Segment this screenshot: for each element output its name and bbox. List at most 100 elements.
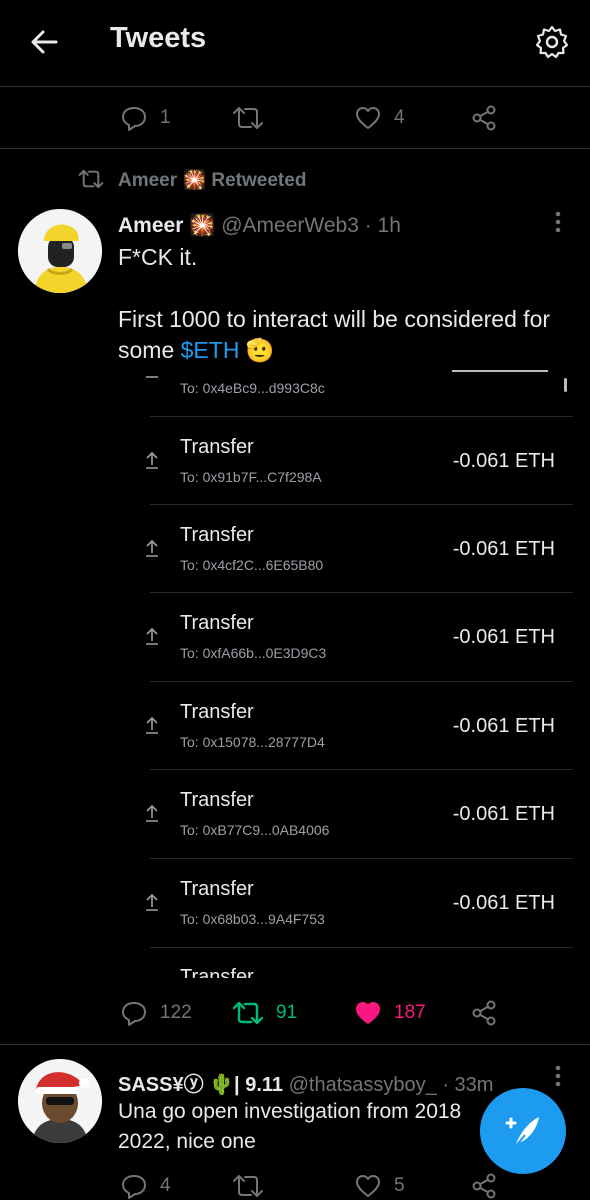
transfer-title: Transfer — [180, 789, 254, 811]
upload-arrow-icon — [144, 803, 160, 828]
list-item[interactable]: Transfer To: 0x68b03...9A4F753 -0.061 ET… — [118, 858, 573, 946]
transfer-to: To: 0x68b03...9A4F753 — [180, 911, 325, 927]
author-name[interactable]: Ameer — [118, 214, 183, 237]
retweeter-emoji: 🎇 — [182, 170, 207, 191]
tweet-emoji: 🫡 — [239, 337, 275, 363]
like-button[interactable]: 4 — [354, 104, 405, 132]
reply-icon — [122, 1002, 146, 1026]
scrollbar[interactable] — [564, 378, 567, 392]
share-icon — [472, 1173, 496, 1199]
reply-count: 1 — [160, 107, 171, 128]
avatar-image — [18, 209, 102, 293]
retweet-button[interactable]: 91 — [232, 999, 297, 1027]
retweet-button[interactable] — [232, 1172, 264, 1200]
transfer-title: Transfer — [180, 612, 254, 634]
upload-arrow-icon — [144, 538, 160, 563]
reply-button[interactable]: 1 — [120, 104, 171, 132]
tweet-line-1: F*CK it. — [118, 244, 198, 270]
page-title: Tweets — [110, 22, 207, 54]
author-handle[interactable]: @AmeerWeb3 — [221, 214, 359, 237]
list-item[interactable]: Transfer To: 0x4cf2C...6E65B80 -0.061 ET… — [118, 504, 573, 592]
like-count: 5 — [394, 1175, 405, 1196]
compose-button[interactable] — [480, 1088, 566, 1174]
retweet-count: 91 — [276, 1002, 298, 1023]
retweet-icon — [233, 1175, 263, 1197]
transfer-amount: -0.061 ETH — [452, 538, 555, 560]
share-icon — [472, 105, 496, 131]
reply-count: 122 — [160, 1002, 192, 1023]
divider — [0, 1044, 590, 1045]
retweet-button[interactable] — [232, 104, 264, 132]
retweet-icon — [233, 107, 263, 129]
tweet-header: SASS¥ⓨ 🌵| 9.11 @thatsassyboy_ · 33m — [118, 1068, 538, 1097]
like-button[interactable]: 5 — [354, 1172, 405, 1200]
transfer-to: To: 0x91b7F...C7f298A — [180, 469, 322, 485]
retweet-icon — [232, 1001, 264, 1025]
partial-amount — [452, 370, 548, 372]
retweet-label: Retweeted — [211, 170, 307, 191]
list-item[interactable]: Transfer To: 0xfA66b...0E3D9C3 -0.061 ET… — [118, 592, 573, 680]
upload-arrow-icon — [144, 715, 160, 740]
avatar[interactable] — [18, 209, 102, 293]
transfer-amount: -0.061 ETH — [452, 626, 555, 648]
list-item[interactable]: Transfer To: 0x15078...28777D4 -0.061 ET… — [118, 681, 573, 769]
list-item[interactable]: Transfer To: 0xB77C9...0AB4006 -0.061 ET… — [118, 769, 573, 857]
author-name[interactable]: SASS¥ⓨ 🌵| 9.11 — [118, 1074, 283, 1096]
reply-icon — [122, 1175, 146, 1199]
retweeter-name: Ameer — [118, 170, 178, 191]
reply-count: 4 — [160, 1175, 171, 1196]
transfer-to: To: 0x15078...28777D4 — [180, 734, 325, 750]
transfer-title: Transfer — [180, 878, 254, 900]
reply-icon — [122, 107, 146, 131]
tweet-line-2: First 1000 to interact will be considere… — [118, 306, 551, 332]
tweet-time: · 33m — [442, 1074, 494, 1096]
author-emoji: 🎇 — [189, 214, 216, 237]
like-count: 187 — [394, 1002, 426, 1023]
tweet-line-2: 2022, nice one — [118, 1130, 256, 1153]
transfer-amount: -0.061 ETH — [452, 715, 555, 737]
transfer-title: Transfer — [180, 524, 254, 546]
list-item[interactable]: Transfer To: 0x91b7F...C7f298A -0.061 ET… — [118, 416, 573, 504]
tweet-header: Ameer 🎇 @AmeerWeb3 · 1h — [118, 214, 401, 238]
transfer-amount: -0.061 ETH — [452, 803, 555, 825]
like-icon — [356, 107, 380, 129]
share-button[interactable] — [470, 1172, 498, 1200]
cashtag-link[interactable]: $ETH — [181, 337, 240, 363]
author-handle[interactable]: @thatsassyboy_ — [289, 1074, 437, 1096]
retweet-icon — [78, 167, 104, 196]
transfer-to: To: 0xfA66b...0E3D9C3 — [180, 645, 327, 661]
like-icon — [356, 1175, 380, 1197]
like-count: 4 — [394, 107, 405, 128]
retweet-banner[interactable]: Ameer 🎇 Retweeted — [118, 168, 306, 192]
tweet-time: · 1h — [364, 214, 401, 237]
upload-arrow-icon — [144, 450, 160, 475]
tweet-line-3: some $ETH 🫡 — [118, 335, 274, 366]
transfer-amount: -0.061 ETH — [452, 450, 555, 472]
more-icon[interactable] — [548, 210, 568, 239]
transfer-amount: -0.061 ETH — [452, 892, 555, 914]
more-icon[interactable] — [548, 1064, 568, 1093]
back-arrow-icon[interactable] — [28, 26, 60, 63]
transfer-to: To: 0xB77C9...0AB4006 — [180, 822, 330, 838]
upload-arrow-icon — [144, 892, 160, 917]
avatar-image — [18, 1059, 102, 1143]
upload-arrow-icon — [144, 626, 160, 651]
reply-button[interactable]: 122 — [120, 999, 192, 1027]
reply-button[interactable]: 4 — [120, 1172, 171, 1200]
avatar[interactable] — [18, 1059, 102, 1143]
transfer-title: Transfer — [180, 701, 254, 723]
like-button[interactable]: 187 — [354, 999, 426, 1027]
transfer-to: To: 0x4cf2C...6E65B80 — [180, 557, 324, 573]
divider — [150, 947, 573, 948]
gear-icon[interactable] — [534, 24, 570, 65]
tweet-media[interactable]: To: 0x4eBc9...d993C8c Transfer To: 0x91b… — [118, 370, 590, 978]
like-icon — [356, 1002, 380, 1024]
share-icon — [472, 1000, 496, 1026]
transfer-title: Transfer — [180, 436, 254, 458]
divider — [0, 148, 590, 149]
divider — [0, 86, 590, 87]
share-button[interactable] — [470, 104, 498, 132]
tweet-text-prefix: some — [118, 337, 181, 363]
share-button[interactable] — [470, 999, 498, 1027]
tweet-line-1: Una go open investigation from 2018 — [118, 1100, 462, 1123]
